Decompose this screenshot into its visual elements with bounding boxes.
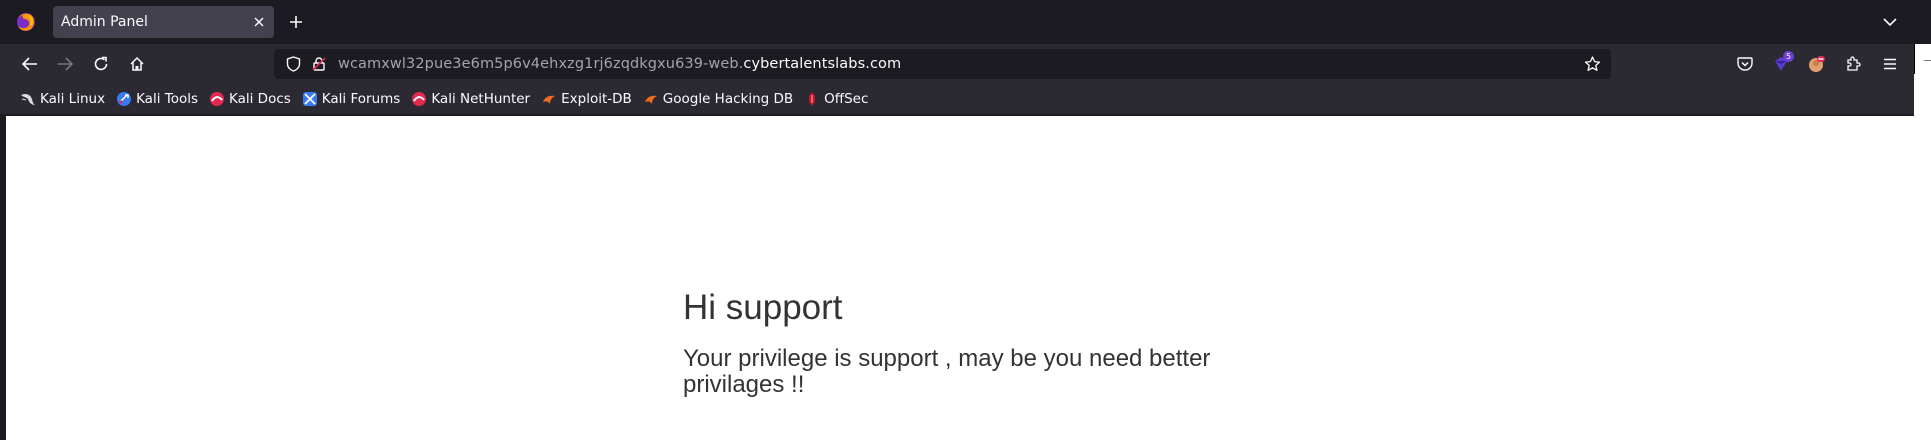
hamburger-menu-icon — [1884, 58, 1896, 70]
reload-button[interactable] — [86, 50, 116, 78]
home-button[interactable] — [122, 50, 152, 78]
bookmark-offsec[interactable]: OffSec — [800, 87, 872, 111]
bookmark-google-hacking-db[interactable]: Google Hacking DB — [639, 87, 797, 111]
pocket-icon — [1737, 56, 1753, 71]
list-all-tabs-button[interactable] — [1876, 8, 1904, 36]
bookmark-label: Kali Tools — [136, 91, 198, 107]
star-icon[interactable] — [1579, 51, 1605, 77]
bookmarks-toolbar: Kali Linux Kali Tools Kali Docs Kali For… — [0, 84, 1914, 114]
pocket-button[interactable] — [1730, 50, 1760, 78]
bookmark-kali-tools[interactable]: Kali Tools — [112, 87, 202, 111]
extension-count-badge: 5 — [1783, 51, 1794, 62]
window-divider — [1914, 44, 1915, 74]
tab-strip: Admin Panel — [0, 0, 1931, 44]
extension-badge-button[interactable]: 5 — [1766, 50, 1796, 78]
offsec-icon — [804, 91, 820, 107]
puzzle-icon — [1847, 56, 1861, 71]
privilege-message: Your privilege is support , may be you n… — [683, 345, 1211, 398]
reload-icon — [94, 56, 108, 71]
kali-docs-icon — [209, 91, 225, 107]
shield-icon[interactable] — [280, 51, 306, 77]
url-text[interactable]: wcamxwl32pue3e6m5p6v4ehxzg1rj6zqdkgxu639… — [338, 56, 1579, 72]
kali-dragon-icon — [20, 91, 36, 107]
bookmark-label: OffSec — [824, 91, 869, 107]
ghdb-icon — [643, 91, 659, 107]
url-host: cybertalentslabs.com — [743, 56, 902, 72]
bookmark-label: Kali NetHunter — [431, 91, 531, 107]
firefox-logo-icon[interactable] — [14, 10, 38, 34]
url-subdomain: wcamxwl32pue3e6m5p6v4ehxzg1rj6zqdkgxu639… — [338, 56, 744, 72]
plus-icon — [290, 16, 302, 28]
bookmark-label: Kali Docs — [229, 91, 291, 107]
tab-title: Admin Panel — [61, 14, 148, 30]
avatar-icon — [1809, 56, 1825, 72]
navigation-toolbar: wcamxwl32pue3e6m5p6v4ehxzg1rj6zqdkgxu639… — [0, 44, 1914, 84]
extensions-button[interactable] — [1838, 50, 1868, 78]
bookmark-label: Kali Forums — [321, 91, 401, 107]
background-window-line — [1924, 60, 1931, 61]
page-heading: Hi support — [683, 288, 843, 327]
bookmark-label: Exploit-DB — [561, 91, 632, 107]
app-menu-button[interactable] — [1875, 50, 1905, 78]
kali-nethunter-icon — [411, 91, 427, 107]
kali-tools-icon — [116, 91, 132, 107]
url-bar[interactable]: wcamxwl32pue3e6m5p6v4ehxzg1rj6zqdkgxu639… — [274, 49, 1611, 79]
bookmark-label: Google Hacking DB — [662, 91, 794, 107]
bookmark-kali-linux[interactable]: Kali Linux — [16, 87, 109, 111]
kali-forums-icon — [302, 91, 318, 107]
lock-strike-icon[interactable] — [306, 51, 332, 77]
forward-button[interactable] — [50, 50, 80, 78]
back-arrow-icon — [22, 57, 37, 71]
close-icon[interactable] — [246, 9, 272, 35]
new-tab-button[interactable] — [282, 8, 310, 36]
page-viewport: Hi support Your privilege is support , m… — [6, 116, 1914, 440]
window-edge — [1914, 0, 1931, 44]
bookmark-kali-docs[interactable]: Kali Docs — [205, 87, 295, 111]
tab-admin-panel[interactable]: Admin Panel — [53, 6, 274, 38]
home-icon — [130, 56, 144, 71]
back-button[interactable] — [15, 50, 45, 78]
forward-arrow-icon — [58, 57, 73, 71]
chevron-down-icon — [1883, 18, 1897, 27]
bookmark-kali-forums[interactable]: Kali Forums — [298, 87, 405, 111]
bookmark-exploit-db[interactable]: Exploit-DB — [537, 87, 636, 111]
exploit-db-icon — [541, 91, 557, 107]
bookmark-label: Kali Linux — [40, 91, 106, 107]
background-window-edge — [1914, 44, 1931, 440]
account-button[interactable] — [1801, 50, 1831, 78]
bookmark-kali-nethunter[interactable]: Kali NetHunter — [407, 87, 534, 111]
